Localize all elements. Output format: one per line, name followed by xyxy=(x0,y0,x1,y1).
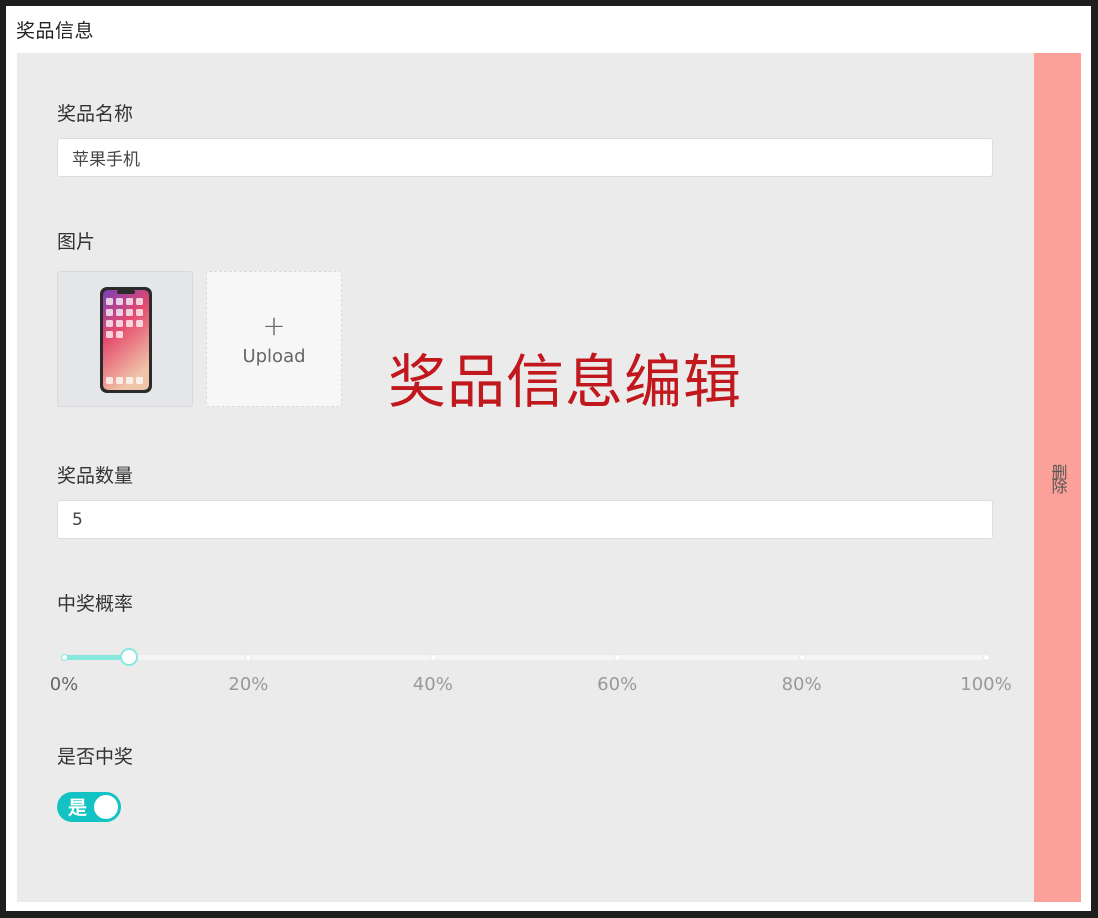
annotation-text: 奖品信息编辑 xyxy=(388,348,743,416)
prize-quantity-label: 奖品数量 xyxy=(57,465,134,487)
probability-slider-track xyxy=(64,655,129,660)
switch-knob xyxy=(94,795,118,819)
slider-dot xyxy=(798,654,806,661)
prize-card: 奖品信息 奖品名称 图片 xyxy=(6,6,1091,911)
slider-dot xyxy=(983,654,990,661)
probability-slider-handle[interactable] xyxy=(119,648,138,666)
probability-slider[interactable] xyxy=(64,655,986,660)
win-probability-label: 中奖概率 xyxy=(57,593,134,615)
prize-form-panel: 奖品名称 图片 xyxy=(17,53,1034,902)
delete-button[interactable]: 删除 xyxy=(1034,53,1081,902)
slider-dot xyxy=(61,654,68,661)
prize-name-label: 奖品名称 xyxy=(57,103,134,125)
image-label: 图片 xyxy=(57,231,96,253)
slider-mark-label: 20% xyxy=(228,674,269,695)
delete-label: 删除 xyxy=(1048,463,1068,492)
slider-dot xyxy=(429,654,437,661)
prize-name-input[interactable] xyxy=(57,138,993,177)
upload-label: Upload xyxy=(242,345,306,367)
plus-icon: + xyxy=(262,308,286,342)
prize-quantity-input[interactable] xyxy=(57,500,993,539)
slider-mark-label: 100% xyxy=(960,674,1012,695)
is-winning-switch[interactable]: 是 xyxy=(57,792,121,822)
prize-image-thumbnail[interactable] xyxy=(57,271,193,407)
upload-button[interactable]: + Upload xyxy=(206,271,342,407)
slider-mark-label: 60% xyxy=(597,674,638,695)
switch-text: 是 xyxy=(68,797,88,819)
is-winning-label: 是否中奖 xyxy=(57,746,134,768)
slider-mark-label: 40% xyxy=(412,674,453,695)
section-title: 奖品信息 xyxy=(16,20,95,42)
slider-mark-label: 0% xyxy=(49,674,79,695)
slider-mark-label: 80% xyxy=(781,674,822,695)
iphone-icon xyxy=(100,287,152,393)
